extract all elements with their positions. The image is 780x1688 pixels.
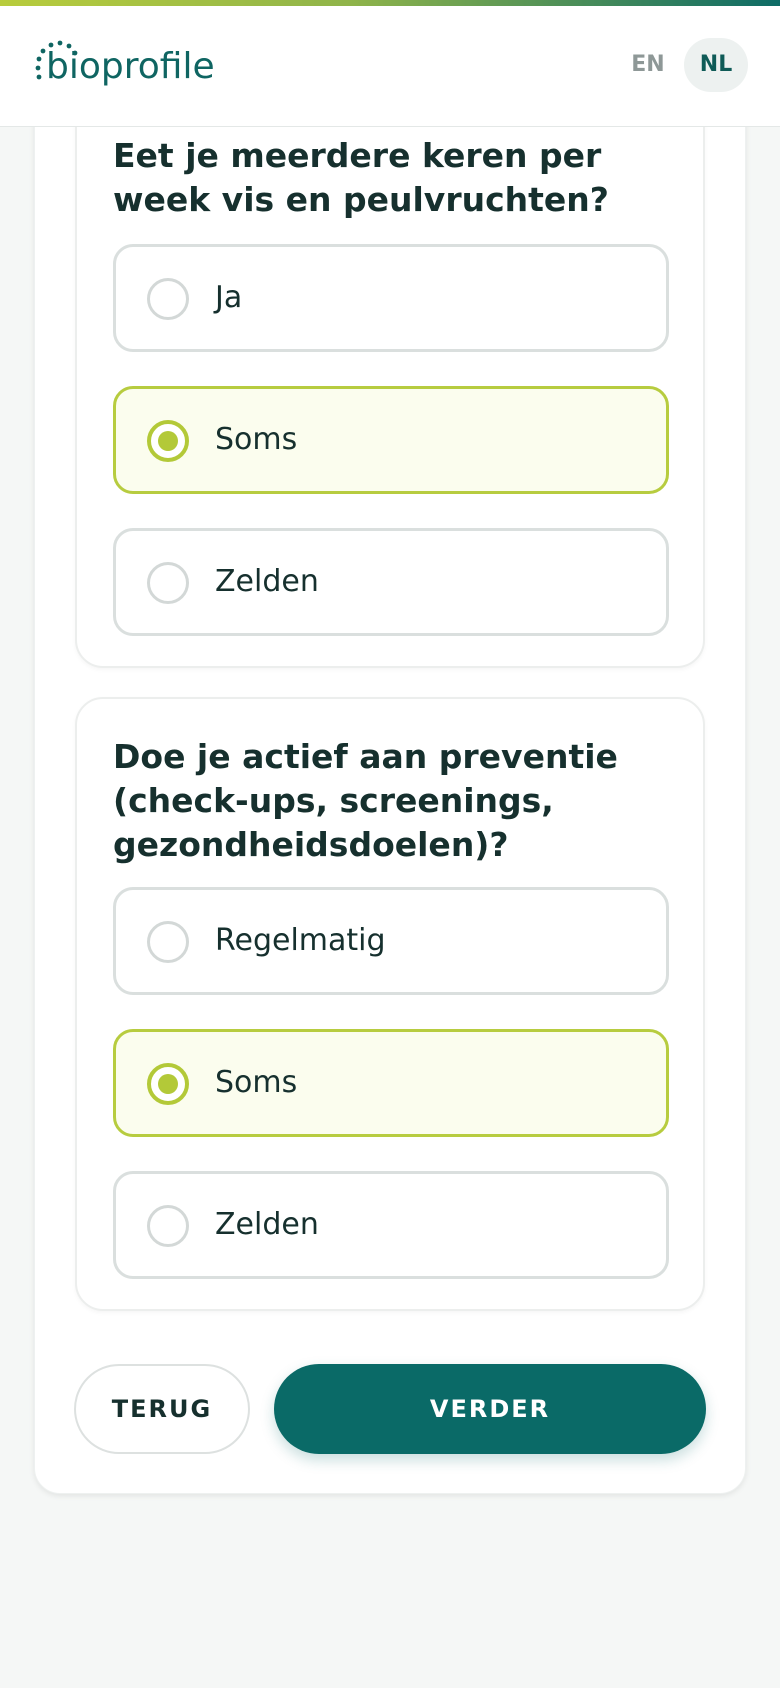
option-ja[interactable]: Ja	[113, 244, 669, 352]
option-regelmatig[interactable]: Regelmatig	[113, 887, 669, 995]
option-zelden[interactable]: Zelden	[113, 528, 669, 636]
option-label: Regelmatig	[215, 923, 386, 958]
back-button[interactable]: TERUG	[74, 1364, 250, 1454]
option-label: Zelden	[215, 1207, 319, 1242]
header-accent-bar	[0, 0, 780, 6]
question-card-prevention: Doe je actief aan preventie (check-ups, …	[75, 697, 705, 1311]
option-label: Zelden	[215, 564, 319, 599]
logo-wordmark: bioprofile	[46, 46, 215, 87]
language-nl-button[interactable]: NL	[684, 38, 748, 92]
option-zelden[interactable]: Zelden	[113, 1171, 669, 1279]
question-card-fish-legumes: Eet je meerdere keren per week vis en pe…	[75, 90, 705, 668]
option-label: Soms	[215, 422, 298, 457]
radio-unchecked-icon[interactable]	[147, 562, 189, 604]
question-title: Eet je meerdere keren per week vis en pe…	[113, 136, 609, 219]
radio-unchecked-icon[interactable]	[147, 921, 189, 963]
bioprofile-logo[interactable]: bioprofile	[32, 38, 232, 92]
app-header: bioprofile EN NL	[0, 0, 780, 127]
option-soms[interactable]: Soms	[113, 1029, 669, 1137]
radio-unchecked-icon[interactable]	[147, 278, 189, 320]
option-label: Soms	[215, 1065, 298, 1100]
radio-checked-icon[interactable]	[147, 420, 189, 462]
next-button[interactable]: VERDER	[274, 1364, 706, 1454]
radio-unchecked-icon[interactable]	[147, 1205, 189, 1247]
radio-checked-icon[interactable]	[147, 1063, 189, 1105]
option-soms[interactable]: Soms	[113, 386, 669, 494]
language-en-button[interactable]: EN	[620, 38, 676, 92]
option-label: Ja	[215, 280, 243, 315]
question-title: Doe je actief aan preventie (check-ups, …	[113, 737, 618, 864]
